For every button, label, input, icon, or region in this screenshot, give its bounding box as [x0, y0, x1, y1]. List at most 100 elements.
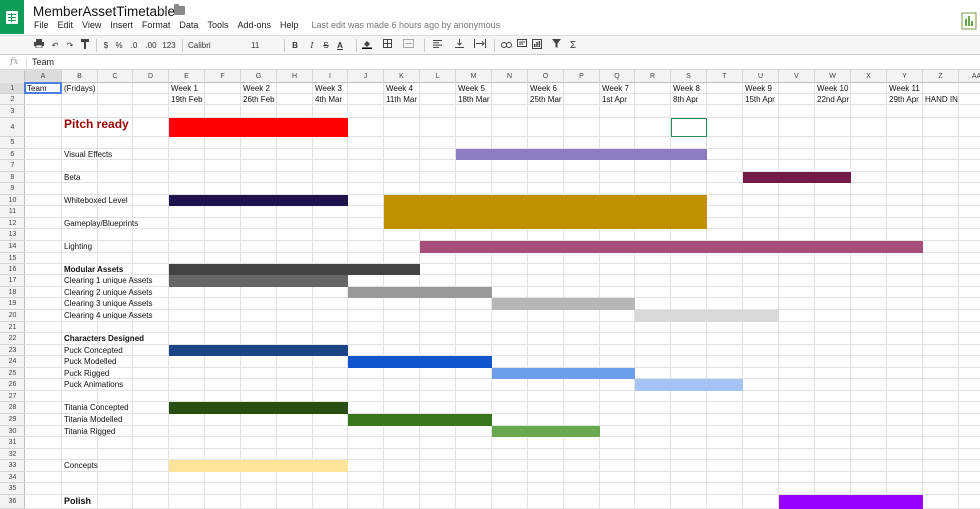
- column-header-r[interactable]: R: [635, 70, 671, 83]
- bar-puck-rigged[interactable]: [492, 368, 635, 379]
- column-header-e[interactable]: E: [169, 70, 205, 83]
- date-label[interactable]: 18th Mar: [458, 94, 490, 105]
- column-header-m[interactable]: M: [456, 70, 492, 83]
- row-header-6[interactable]: 6: [0, 149, 25, 160]
- menu-file[interactable]: File: [34, 20, 49, 34]
- bar-concepts[interactable]: [169, 460, 348, 472]
- section-modular-assets[interactable]: Modular Assets: [64, 264, 123, 275]
- row-header-2[interactable]: 2: [0, 94, 25, 105]
- column-header-b[interactable]: B: [62, 70, 98, 83]
- row-header-13[interactable]: 13: [0, 229, 25, 241]
- column-header-aa[interactable]: AA: [959, 70, 980, 83]
- column-header-h[interactable]: H: [277, 70, 313, 83]
- task-clearing-3[interactable]: Clearing 3 unique Assets: [64, 298, 153, 309]
- bar-modular-assets[interactable]: [169, 264, 420, 275]
- text-wrapping-icon[interactable]: [472, 39, 488, 52]
- formula-input[interactable]: Team: [32, 57, 54, 67]
- date-label[interactable]: 19th Feb: [171, 94, 203, 105]
- font-size-dropdown[interactable]: 11: [249, 39, 279, 52]
- row-header-16[interactable]: 16: [0, 264, 25, 275]
- bar-gameplay-blueprints[interactable]: [384, 195, 707, 229]
- task-titania-rigged[interactable]: Titania Rigged: [64, 426, 115, 437]
- task-puck-concepted[interactable]: Puck Concepted: [64, 345, 123, 356]
- number-format-dropdown[interactable]: 123: [160, 39, 178, 52]
- week-label[interactable]: Week 9: [745, 83, 772, 94]
- bar-whiteboxed-level[interactable]: [169, 195, 348, 206]
- bar-titania-concepted[interactable]: [169, 402, 348, 414]
- row-header-21[interactable]: 21: [0, 322, 25, 333]
- week-label[interactable]: Week 10: [817, 83, 848, 94]
- bar-visual-effects[interactable]: [456, 149, 707, 160]
- week-label[interactable]: Week 6: [530, 83, 557, 94]
- menu-format[interactable]: Format: [142, 20, 171, 34]
- row-header-34[interactable]: 34: [0, 472, 25, 483]
- bar-clearing-4[interactable]: [635, 310, 779, 322]
- document-title[interactable]: MemberAssetTimetable: [33, 4, 175, 19]
- task-puck-modelled[interactable]: Puck Modelled: [64, 356, 116, 367]
- insert-link-icon[interactable]: [499, 39, 513, 52]
- row-header-17[interactable]: 17: [0, 275, 25, 287]
- task-beta[interactable]: Beta: [64, 172, 80, 183]
- task-visual-effects[interactable]: Visual Effects: [64, 149, 112, 160]
- column-header-c[interactable]: C: [98, 70, 133, 83]
- folder-icon[interactable]: [174, 4, 185, 15]
- column-header-p[interactable]: P: [564, 70, 600, 83]
- week-label[interactable]: Week 5: [458, 83, 485, 94]
- row-header-23[interactable]: 23: [0, 345, 25, 356]
- strikethrough-button[interactable]: S: [321, 39, 331, 52]
- task-titania-modelled[interactable]: Titania Modelled: [64, 414, 122, 425]
- row-header-8[interactable]: 8: [0, 172, 25, 183]
- date-label[interactable]: 29th Apr: [889, 94, 919, 105]
- column-header-l[interactable]: L: [420, 70, 456, 83]
- horizontal-align-icon[interactable]: [430, 39, 444, 52]
- increase-decimal-button[interactable]: .00: [143, 39, 159, 52]
- week-label[interactable]: Week 2: [243, 83, 270, 94]
- column-header-s[interactable]: S: [671, 70, 707, 83]
- menu-view[interactable]: View: [82, 20, 101, 34]
- row-header-15[interactable]: 15: [0, 253, 25, 264]
- row-header-28[interactable]: 28: [0, 402, 25, 414]
- functions-button[interactable]: Σ: [567, 39, 579, 52]
- date-label[interactable]: 1st Apr: [602, 94, 627, 105]
- date-label[interactable]: 15th Apr: [745, 94, 775, 105]
- bar-polish[interactable]: [779, 495, 923, 509]
- row-header-24[interactable]: 24: [0, 356, 25, 368]
- task-clearing-1[interactable]: Clearing 1 unique Assets: [64, 275, 153, 286]
- menu-tools[interactable]: Tools: [207, 20, 228, 34]
- task-clearing-2[interactable]: Clearing 2 unique Assets: [64, 287, 153, 298]
- insert-chart-icon[interactable]: [530, 39, 544, 52]
- section-polish[interactable]: Polish: [64, 496, 91, 507]
- bar-clearing-1[interactable]: [169, 275, 348, 287]
- menu-addons[interactable]: Add-ons: [237, 20, 271, 34]
- section-characters-designed[interactable]: Characters Designed: [64, 333, 144, 344]
- task-puck-rigged[interactable]: Puck Rigged: [64, 368, 109, 379]
- column-header-v[interactable]: V: [779, 70, 815, 83]
- task-titania-concepted[interactable]: Titania Concepted: [64, 402, 129, 413]
- column-header-k[interactable]: K: [384, 70, 420, 83]
- row-header-18[interactable]: 18: [0, 287, 25, 298]
- currency-format-button[interactable]: $: [101, 39, 111, 52]
- print-icon[interactable]: [33, 39, 45, 52]
- row-header-36[interactable]: 36: [0, 495, 25, 509]
- fill-color-icon[interactable]: [361, 39, 373, 52]
- row-header-32[interactable]: 32: [0, 449, 25, 460]
- row-header-1[interactable]: 1: [0, 83, 25, 94]
- borders-icon[interactable]: [381, 39, 393, 52]
- row-header-25[interactable]: 25: [0, 368, 25, 379]
- bar-lighting[interactable]: [420, 241, 923, 253]
- row-header-14[interactable]: 14: [0, 241, 25, 253]
- column-header-w[interactable]: W: [815, 70, 851, 83]
- bold-button[interactable]: B: [290, 39, 300, 52]
- row-header-29[interactable]: 29: [0, 414, 25, 426]
- menu-insert[interactable]: Insert: [110, 20, 133, 34]
- cell-area[interactable]: Team (Fridays) Week 1 Week 2 Week 3 Week…: [24, 82, 980, 509]
- row-header-20[interactable]: 20: [0, 310, 25, 322]
- bar-titania-modelled[interactable]: [348, 414, 492, 426]
- bar-beta[interactable]: [743, 172, 851, 183]
- task-gameplay-blueprints[interactable]: Gameplay/Blueprints: [64, 218, 138, 229]
- column-header-g[interactable]: G: [241, 70, 277, 83]
- row-header-5[interactable]: 5: [0, 137, 25, 149]
- column-header-j[interactable]: J: [348, 70, 384, 83]
- bar-puck-animations[interactable]: [635, 379, 743, 391]
- row-header-19[interactable]: 19: [0, 298, 25, 310]
